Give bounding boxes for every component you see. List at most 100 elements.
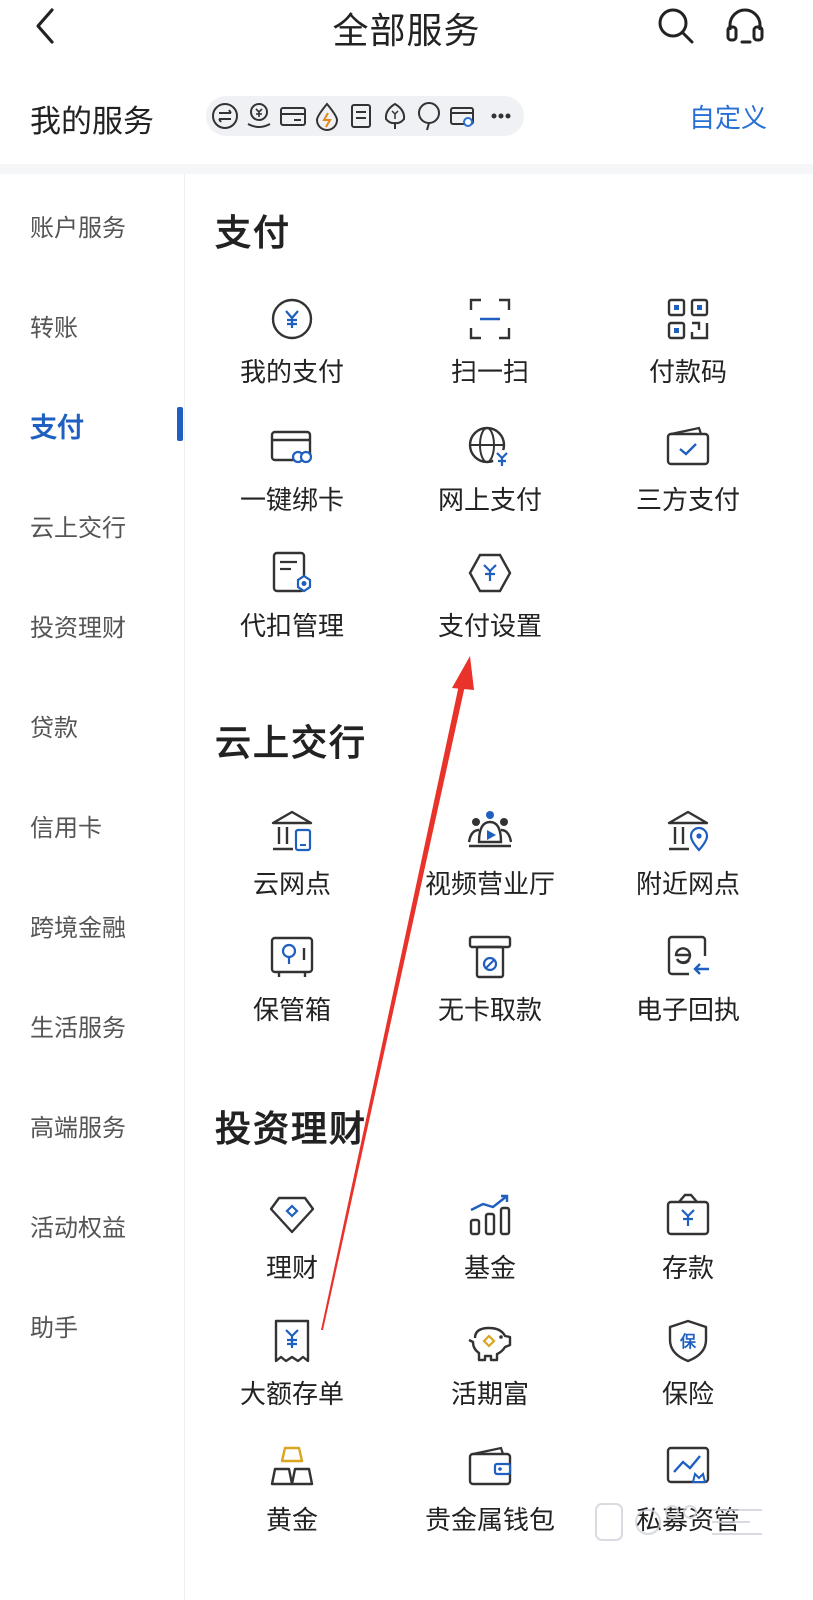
tile-safe-box[interactable]: 保管箱 bbox=[192, 934, 392, 1044]
tile-cardless-withdraw[interactable]: 无卡取款 bbox=[390, 934, 590, 1044]
sidebar-item-payment[interactable]: 支付 bbox=[30, 406, 84, 445]
section-title-payment: 支付 bbox=[215, 213, 292, 254]
tile-label: 保险 bbox=[661, 1380, 714, 1410]
bar-trend-icon bbox=[469, 1194, 511, 1236]
hexagon-yuan-icon bbox=[468, 553, 512, 593]
bill-icon bbox=[351, 104, 371, 128]
gold-bars-icon bbox=[270, 1446, 314, 1486]
diamond-tag-icon bbox=[269, 1196, 315, 1234]
tile-auto-debit[interactable]: 代扣管理 bbox=[192, 550, 392, 660]
receipt-yuan-icon bbox=[274, 1319, 310, 1363]
divider bbox=[0, 164, 813, 174]
tile-scan[interactable]: 扫一扫 bbox=[390, 296, 590, 406]
watermark-logo bbox=[595, 1503, 762, 1541]
tile-label: 云网点 bbox=[252, 870, 331, 900]
atm-withdraw-icon bbox=[468, 935, 512, 979]
my-services-label: 我的服务 bbox=[30, 104, 154, 140]
exchange-icon bbox=[212, 103, 238, 129]
top-bar: 全部服务 bbox=[0, 0, 813, 60]
sidebar-item-premium[interactable]: 高端服务 bbox=[30, 1108, 126, 1143]
bank-branch-icon bbox=[271, 810, 313, 852]
tile-wealth-management[interactable]: 理财 bbox=[192, 1192, 392, 1302]
tile-label: 保管箱 bbox=[252, 996, 331, 1026]
tile-label: 大额存单 bbox=[239, 1380, 344, 1410]
sidebar-item-cross-border[interactable]: 跨境金融 bbox=[30, 908, 126, 943]
section-title-investment: 投资理财 bbox=[215, 1109, 368, 1150]
drop-icon bbox=[315, 102, 339, 131]
search-button[interactable] bbox=[656, 6, 696, 46]
safe-box-icon bbox=[270, 936, 314, 977]
tile-third-party-payment[interactable]: 三方支付 bbox=[588, 424, 788, 534]
chart-crown-icon bbox=[666, 1446, 710, 1484]
search-icon bbox=[658, 8, 694, 44]
sidebar-item-activities[interactable]: 活动权益 bbox=[30, 1208, 126, 1243]
qr-code-icon bbox=[667, 298, 709, 340]
card-link-mini-icon bbox=[450, 107, 474, 127]
wallet-check-icon bbox=[666, 426, 710, 466]
svg-text:保: 保 bbox=[679, 1332, 697, 1351]
tile-label: 无卡取款 bbox=[437, 996, 542, 1026]
tile-label: 基金 bbox=[463, 1254, 516, 1284]
section-title-cloud-bank: 云上交行 bbox=[215, 723, 368, 764]
service-grid: 支付 我的支付 扫一扫 付款码 一键绑卡 网上支付 三方支付 代扣管理 支付设置… bbox=[184, 174, 813, 1600]
card-link-icon bbox=[270, 430, 313, 464]
tile-payment-code[interactable]: 付款码 bbox=[588, 296, 788, 406]
tile-bind-card[interactable]: 一键绑卡 bbox=[192, 424, 392, 534]
tile-label: 电子回执 bbox=[635, 996, 740, 1026]
sidebar-item-transfer[interactable]: 转账 bbox=[30, 308, 78, 343]
balloon-icon bbox=[418, 102, 440, 131]
card-icon bbox=[280, 107, 306, 126]
tile-label: 三方支付 bbox=[635, 486, 740, 516]
sidebar-item-credit-card[interactable]: 信用卡 bbox=[30, 808, 102, 843]
document-gear-icon bbox=[272, 551, 312, 593]
e-receipt-icon bbox=[667, 935, 709, 976]
video-hall-icon bbox=[467, 811, 513, 848]
tree-yuan-icon bbox=[384, 102, 406, 129]
sidebar-item-assistant[interactable]: 助手 bbox=[30, 1308, 78, 1343]
tile-nearby-branch[interactable]: 附近网点 bbox=[588, 808, 788, 918]
scan-icon bbox=[469, 298, 511, 340]
tile-online-payment[interactable]: 网上支付 bbox=[390, 424, 590, 534]
tile-label: 我的支付 bbox=[239, 358, 344, 388]
yuan-circle-icon bbox=[271, 298, 313, 340]
tile-video-hall[interactable]: 视频营业厅 bbox=[390, 808, 590, 918]
tile-demand-wealth[interactable]: 活期富 bbox=[390, 1318, 590, 1428]
tile-label: 黄金 bbox=[265, 1506, 318, 1536]
sidebar-item-investment[interactable]: 投资理财 bbox=[30, 608, 126, 643]
tile-label: 扫一扫 bbox=[450, 358, 529, 388]
wallet-icon bbox=[468, 1446, 512, 1486]
shield-icon: 保 bbox=[668, 1319, 708, 1363]
tile-label: 存款 bbox=[661, 1254, 714, 1284]
sidebar-item-cloud-bank[interactable]: 云上交行 bbox=[30, 508, 126, 543]
customer-service-button[interactable] bbox=[724, 6, 766, 46]
tile-label: 一键绑卡 bbox=[239, 486, 344, 516]
tile-label: 附近网点 bbox=[635, 870, 740, 900]
bank-location-icon bbox=[667, 810, 709, 852]
sidebar-item-loans[interactable]: 贷款 bbox=[30, 708, 78, 743]
tile-label: 贵金属钱包 bbox=[424, 1506, 555, 1536]
tile-precious-metal-wallet[interactable]: 贵金属钱包 bbox=[390, 1444, 590, 1554]
category-sidebar: 账户服务 转账 支付 云上交行 投资理财 贷款 信用卡 跨境金融 生活服务 高端… bbox=[0, 174, 185, 1600]
tile-gold[interactable]: 黄金 bbox=[192, 1444, 392, 1554]
tile-payment-settings[interactable]: 支付设置 bbox=[390, 550, 590, 660]
tile-label: 视频营业厅 bbox=[424, 870, 555, 900]
piggy-bank-icon bbox=[468, 1326, 512, 1362]
tile-label: 付款码 bbox=[648, 358, 727, 388]
my-services-bar: 我的服务 自定义 bbox=[0, 78, 813, 164]
globe-yuan-icon bbox=[468, 426, 511, 468]
deposit-box-icon bbox=[666, 1193, 710, 1236]
tile-deposit[interactable]: 存款 bbox=[588, 1192, 788, 1302]
tile-label: 网上支付 bbox=[437, 486, 542, 516]
tile-cloud-branch[interactable]: 云网点 bbox=[192, 808, 392, 918]
sidebar-item-account[interactable]: 账户服务 bbox=[30, 208, 126, 243]
tile-my-payment[interactable]: 我的支付 bbox=[192, 296, 392, 406]
tile-fund[interactable]: 基金 bbox=[390, 1192, 590, 1302]
customize-button[interactable]: 自定义 bbox=[689, 98, 767, 135]
tile-insurance[interactable]: 保 保险 bbox=[588, 1318, 788, 1428]
my-services-shortcuts[interactable] bbox=[206, 96, 524, 136]
tile-label: 代扣管理 bbox=[239, 612, 344, 642]
active-indicator bbox=[177, 407, 183, 441]
tile-e-receipt[interactable]: 电子回执 bbox=[588, 934, 788, 1044]
tile-large-cd[interactable]: 大额存单 bbox=[192, 1318, 392, 1428]
sidebar-item-life-services[interactable]: 生活服务 bbox=[30, 1008, 126, 1043]
